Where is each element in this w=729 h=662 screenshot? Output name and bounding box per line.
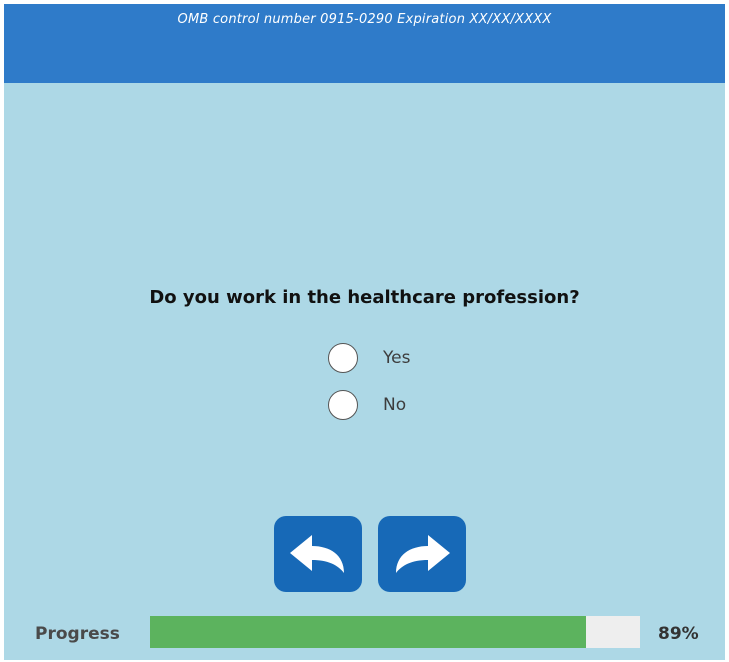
progress-percent: 89%: [658, 624, 699, 644]
option-yes[interactable]: Yes: [328, 340, 410, 376]
question-text: Do you work in the healthcare profession…: [149, 287, 580, 308]
omb-control-text: OMB control number 0915-0290 Expiration …: [177, 12, 552, 27]
forward-arrow-icon: [396, 535, 450, 573]
back-arrow-icon: [290, 535, 344, 573]
survey-frame: OMB control number 0915-0290 Expiration …: [4, 4, 725, 660]
radio-yes[interactable]: [328, 343, 358, 373]
option-no[interactable]: No: [328, 387, 406, 423]
option-yes-label[interactable]: Yes: [383, 348, 410, 368]
radio-no[interactable]: [328, 390, 358, 420]
progress-fill: [150, 616, 587, 648]
option-no-label[interactable]: No: [383, 395, 406, 415]
progress-bar: [150, 616, 640, 648]
progress-label: Progress: [35, 624, 120, 644]
header-bar: OMB control number 0915-0290 Expiration …: [4, 4, 725, 83]
next-button[interactable]: [378, 516, 466, 592]
back-button[interactable]: [274, 516, 362, 592]
